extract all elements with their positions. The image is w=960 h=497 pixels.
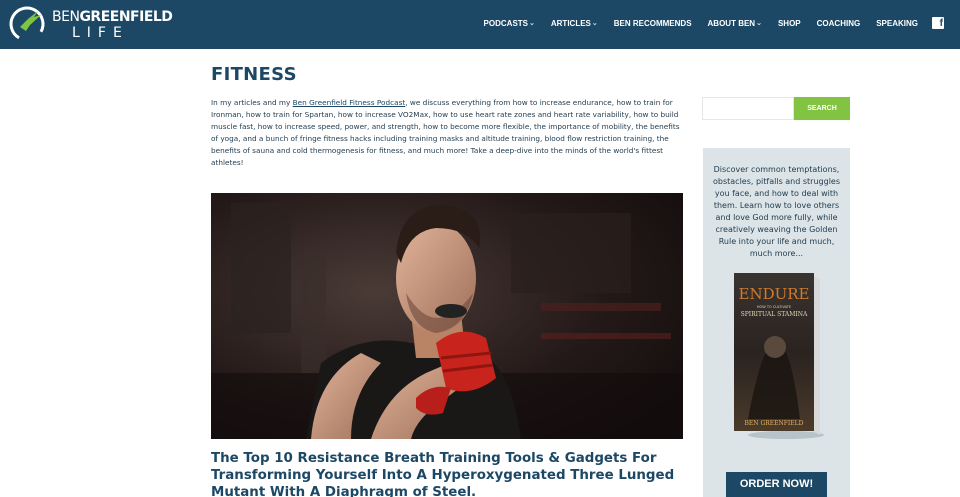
nav-item-about-ben[interactable]: ABOUT BEN ⌄ — [708, 19, 762, 28]
nav-label: PODCASTS — [483, 18, 528, 28]
logo-life: LIFE — [72, 25, 129, 41]
nav-item-speaking[interactable]: SPEAKING — [876, 19, 918, 28]
order-now-button[interactable]: ORDER NOW! — [726, 472, 827, 497]
book-promo: Discover common temptations, obstacles, … — [703, 148, 850, 497]
nav-label: BEN RECOMMENDS — [613, 18, 692, 28]
boxer-photo — [211, 193, 683, 439]
podcast-link[interactable]: Ben Greenfield Fitness Podcast — [293, 98, 406, 107]
search-input[interactable] — [702, 97, 794, 120]
nav-item-coaching[interactable]: COACHING — [817, 19, 861, 28]
chevron-down-icon: ⌄ — [756, 20, 762, 27]
logo-ben: BEN — [52, 9, 80, 25]
book-author: BEN GREENFIELD — [745, 420, 804, 427]
book-subtitle-1: HOW TO CULTIVATE — [757, 305, 791, 309]
site-logo[interactable]: BENGREENFIELD LIFE — [8, 5, 173, 43]
post-title-link[interactable]: The Top 10 Resistance Breath Training To… — [211, 450, 691, 497]
search-button[interactable]: SEARCH — [794, 97, 850, 120]
nav-item-ben-recommends[interactable]: BEN RECOMMENDS — [614, 19, 692, 28]
chevron-down-icon: ⌄ — [529, 20, 535, 27]
main-nav: PODCASTS ⌄ ARTICLES ⌄ BEN RECOMMENDS ABOUT… — [468, 0, 944, 46]
intro-text-after: , we discuss everything from how to incr… — [211, 98, 680, 167]
intro-paragraph: In my articles and my Ben Greenfield Fit… — [211, 97, 686, 169]
book-cover-image[interactable]: ENDURE HOW TO CULTIVATE SPIRITUAL STAMIN… — [728, 269, 828, 439]
chevron-down-icon: ⌄ — [591, 20, 598, 27]
nav-item-articles[interactable]: ARTICLES ⌄ — [551, 19, 598, 28]
book-title: ENDURE — [739, 285, 810, 303]
intro-text-before: In my articles and my — [211, 98, 293, 107]
nav-item-shop[interactable]: SHOP — [778, 19, 801, 28]
site-header: BENGREENFIELD LIFE PODCASTS ⌄ ARTICLES ⌄ B… — [0, 0, 960, 49]
featured-image[interactable] — [211, 193, 683, 439]
logo-greenfield: GREENFIELD — [79, 9, 173, 25]
nav-label: ABOUT BEN — [707, 18, 756, 28]
facebook-icon[interactable]: f — [932, 17, 944, 29]
book-subtitle-2: SPIRITUAL STAMINA — [741, 311, 808, 318]
promo-text: Discover common temptations, obstacles, … — [712, 165, 840, 258]
nav-item-podcasts[interactable]: PODCASTS ⌄ — [484, 19, 535, 28]
nav-label: COACHING — [816, 18, 861, 28]
nav-label: ARTICLES — [550, 18, 591, 28]
nav-label: SPEAKING — [876, 18, 918, 28]
logo-wordmark: BENGREENFIELD — [52, 9, 173, 25]
nav-label: SHOP — [777, 18, 801, 28]
page-title: FITNESS — [211, 64, 297, 85]
logo-runner-icon — [9, 6, 45, 42]
